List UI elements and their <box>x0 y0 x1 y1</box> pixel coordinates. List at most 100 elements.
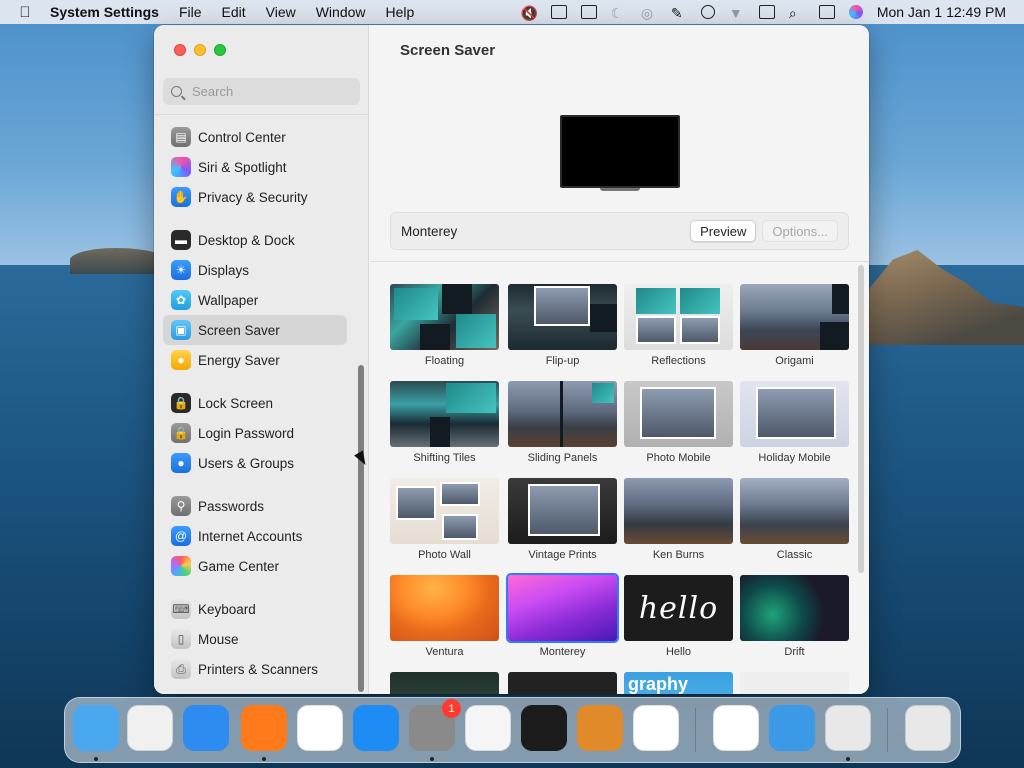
finder-icon[interactable] <box>73 705 119 751</box>
sidebar-item-passwords[interactable]: ⚲ Passwords <box>163 491 347 521</box>
search-field[interactable] <box>163 78 360 105</box>
sidebar-item-lock-screen[interactable]: 🔒 Lock Screen <box>163 388 347 418</box>
screensaver-tile-reflections[interactable]: Reflections <box>624 284 733 367</box>
vscode-icon[interactable] <box>633 705 679 751</box>
weather-icon[interactable] <box>769 705 815 751</box>
screensaver-tile-label: Hello <box>665 646 692 658</box>
sidebar-item-displays[interactable]: ☀ Displays <box>163 255 347 285</box>
screensaver-tile-drift[interactable]: Drift <box>740 575 849 658</box>
screensaver-tile-monterey[interactable]: Monterey <box>506 573 619 658</box>
screensaver-tile-photo-wall[interactable]: Photo Wall <box>390 478 499 561</box>
fingerprint-icon[interactable]: ◎ <box>641 5 657 21</box>
partial-tile-4[interactable] <box>740 672 849 694</box>
system-settings-icon[interactable]: 1 <box>409 699 461 751</box>
sidebar-item-keyboard[interactable]: ⌨ Keyboard <box>163 594 347 624</box>
screensaver-tile-ken-burns[interactable]: Ken Burns <box>624 478 733 561</box>
screensaver-tile-label: Ventura <box>425 646 464 658</box>
window-icon[interactable] <box>758 5 775 19</box>
screensaver-tile-shifting-tiles[interactable]: Shifting Tiles <box>390 381 499 464</box>
sidebar-item-game-center[interactable]: Game Center <box>163 551 347 581</box>
partial-tile-2[interactable] <box>508 672 617 694</box>
preview-button[interactable]: Preview <box>690 220 757 242</box>
trash-icon[interactable] <box>905 705 951 751</box>
sidebar-item-wallpaper[interactable]: ✿ Wallpaper <box>163 285 347 315</box>
mute-icon[interactable]: 🔇 <box>521 5 538 21</box>
screensaver-tile-sliding-panels[interactable]: Sliding Panels <box>508 381 617 464</box>
screensaver-tile-vintage-prints[interactable]: Vintage Prints <box>508 478 617 561</box>
screensaver-tile-origami[interactable]: Origami <box>740 284 849 367</box>
user-icon[interactable] <box>700 5 715 19</box>
printer-icon: ⎙ <box>171 659 191 679</box>
partial-tile-1[interactable] <box>390 672 499 694</box>
main-scrollbar[interactable] <box>858 265 864 573</box>
sidebar-item-label: Login Password <box>198 425 295 441</box>
screensaver-tile-holiday-mobile[interactable]: Holiday Mobile <box>740 381 849 464</box>
screensaver-thumbnail <box>740 575 849 641</box>
pen-icon[interactable]: ✎ <box>671 5 687 21</box>
screensaver-tile-flip-up[interactable]: Flip-up <box>508 284 617 367</box>
sidebar-item-label: Users & Groups <box>198 455 295 471</box>
garageband-icon[interactable] <box>577 705 623 751</box>
edit-menu[interactable]: Edit <box>222 4 246 20</box>
preview-screen <box>560 115 680 188</box>
sidebar-item-printers-scanners[interactable]: ⎙ Printers & Scanners <box>163 654 347 684</box>
screensaver-thumbnail <box>390 284 499 350</box>
window-menu[interactable]: Window <box>316 4 366 20</box>
sidebar-item-login-password[interactable]: 🔒 Login Password <box>163 418 347 448</box>
sidebar-item-energy-saver[interactable]: ● Energy Saver <box>163 345 347 375</box>
screensaver-tile-ventura[interactable]: Ventura <box>390 575 499 658</box>
sidebar-divider <box>154 114 369 115</box>
safari-icon[interactable] <box>183 705 229 751</box>
apple-menu-icon[interactable]:  <box>0 4 50 21</box>
wifi-icon[interactable]: ▼ <box>729 5 745 21</box>
firefox-icon[interactable] <box>241 705 287 751</box>
siri-icon[interactable] <box>848 5 863 19</box>
textedit-icon[interactable] <box>465 705 511 751</box>
hand-icon: ✋ <box>171 187 191 207</box>
zoom-icon[interactable] <box>214 44 226 56</box>
traffic-lights <box>174 44 226 56</box>
screensaver-tile-floating[interactable]: Floating <box>390 284 499 367</box>
minimize-icon[interactable] <box>194 44 206 56</box>
sidebar-item-internet-accounts[interactable]: @ Internet Accounts <box>163 521 347 551</box>
sidebar-item-control-center[interactable]: ▤ Control Center <box>163 122 347 152</box>
system-settings-window: ▤ Control Center Siri & Spotlight ✋ Privacy … <box>154 25 869 694</box>
thumbnail-detail <box>636 288 676 314</box>
app-menu[interactable]: System Settings <box>50 4 159 20</box>
screensaver-thumbnail <box>508 381 617 447</box>
file-menu[interactable]: File <box>179 4 202 20</box>
visual-studio-icon[interactable] <box>713 705 759 751</box>
screensaver-tile-hello[interactable]: hello Hello <box>624 575 733 658</box>
search-icon[interactable]: ⌕ <box>789 5 805 21</box>
clock[interactable]: Mon Jan 1 12:49 PM <box>877 4 1006 20</box>
sidebar-item-users-groups[interactable]: ● Users & Groups <box>163 448 347 478</box>
sidebar-item-label: Keyboard <box>198 601 256 617</box>
launchpad-icon[interactable] <box>127 705 173 751</box>
keyboard-icon: ⌨ <box>171 599 191 619</box>
search-icon <box>171 86 182 97</box>
help-menu[interactable]: Help <box>386 4 415 20</box>
chrome-icon[interactable] <box>297 705 343 751</box>
sidebar-item-privacy-security[interactable]: ✋ Privacy & Security <box>163 182 347 212</box>
screensaver-tile-photo-mobile[interactable]: Photo Mobile <box>624 381 733 464</box>
script-editor-icon[interactable] <box>825 705 871 751</box>
sidebar-scrollbar[interactable] <box>358 365 364 692</box>
view-menu[interactable]: View <box>266 4 296 20</box>
options-button[interactable]: Options... <box>762 220 838 242</box>
app-store-icon[interactable] <box>353 705 399 751</box>
display-icon[interactable] <box>550 5 567 19</box>
control-center-icon[interactable] <box>818 5 835 19</box>
partial-tile-3[interactable]: graphy <box>624 672 733 694</box>
stage-manager-icon[interactable] <box>580 5 597 19</box>
thumbnail-detail <box>590 304 617 332</box>
sidebar-item-siri-spotlight[interactable]: Siri & Spotlight <box>163 152 347 182</box>
moon-icon[interactable]: ☾ <box>611 5 627 21</box>
sidebar-item-desktop-dock[interactable]: ▬ Desktop & Dock <box>163 225 347 255</box>
sidebar-item-screen-saver[interactable]: ▣ Screen Saver <box>163 315 347 345</box>
search-input[interactable] <box>192 84 342 99</box>
close-icon[interactable] <box>174 44 186 56</box>
screensaver-tile-classic[interactable]: Classic <box>740 478 849 561</box>
terminal-icon[interactable] <box>521 705 567 751</box>
sidebar-item-mouse[interactable]: ▯ Mouse <box>163 624 347 654</box>
